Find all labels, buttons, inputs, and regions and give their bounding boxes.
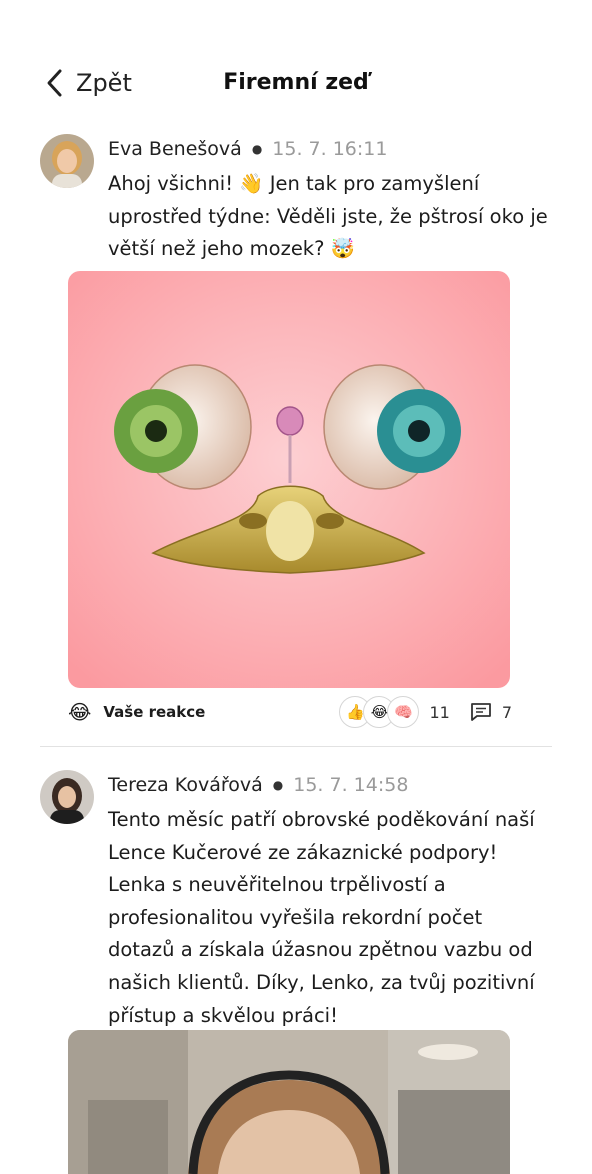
comment-icon (470, 703, 491, 721)
brain-reaction-icon: 🧠 (387, 696, 420, 728)
page-title: Firemní zeď (223, 70, 369, 95)
avatar[interactable] (40, 134, 94, 188)
reaction-count: 11 (429, 702, 450, 722)
my-reaction-button[interactable]: 😂 Vaše reakce (68, 700, 205, 724)
post-meta: Eva Benešová ● 15. 7. 16:11 (108, 134, 552, 164)
post-image[interactable] (68, 1030, 510, 1174)
post-text: Ahoj všichni! 👋 Jen tak pro zamyšlení up… (108, 172, 548, 261)
author-name[interactable]: Tereza Kovářová (108, 774, 263, 796)
post-divider (40, 746, 552, 747)
laughing-emoji-icon: 😂 (68, 700, 92, 724)
post-content: Tereza Kovářová ● 15. 7. 14:58 Tento měs… (108, 770, 552, 1032)
comments-button[interactable]: 7 (470, 702, 512, 722)
author-name[interactable]: Eva Benešová (108, 138, 242, 160)
post-actions: 😂 Vaše reakce 👍 😂 🧠 11 7 (68, 695, 512, 729)
my-reaction-label: Vaše reakce (103, 703, 206, 721)
top-bar: Zpět Firemní zeď (0, 60, 592, 110)
separator-dot: ● (251, 142, 263, 156)
post-image[interactable] (68, 271, 510, 688)
reactions-summary[interactable]: 👍 😂 🧠 11 (339, 696, 450, 728)
comment-count: 7 (501, 702, 512, 722)
separator-dot: ● (272, 778, 284, 792)
avatar[interactable] (40, 770, 94, 824)
post-timestamp: 15. 7. 14:58 (293, 774, 409, 796)
post-content: Eva Benešová ● 15. 7. 16:11 Ahoj všichni… (108, 134, 552, 266)
post-timestamp: 15. 7. 16:11 (272, 138, 388, 160)
post-text: Tento měsíc patří obrovské poděkování na… (108, 808, 535, 1027)
post-meta: Tereza Kovářová ● 15. 7. 14:58 (108, 770, 552, 800)
